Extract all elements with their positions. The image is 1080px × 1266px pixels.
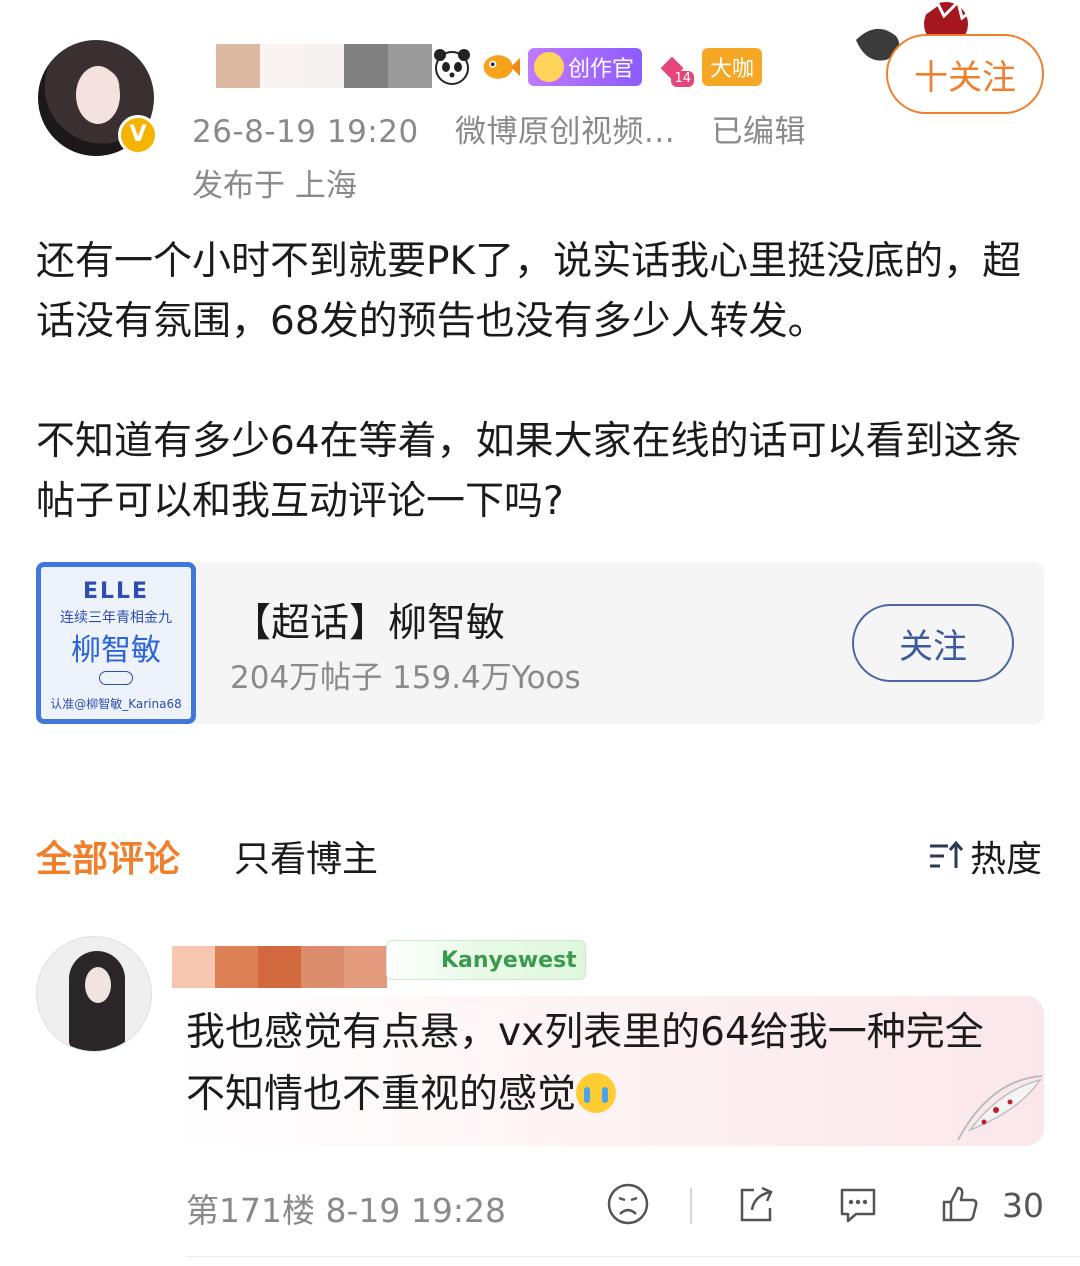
panda-icon [432,47,472,87]
edited-label[interactable]: 已编辑 [711,114,806,150]
avatar-face [85,967,111,1003]
comment-text: 我也感觉有点悬，vx列表里的64给我一种完全不知情也不重视的感觉 [186,1002,986,1126]
avatar-face [76,66,120,124]
action-divider [690,1188,692,1224]
tab-all-comments[interactable]: 全部评论 [36,830,180,882]
thumbs-up-icon [942,1186,978,1222]
thumb-subtitle: 连续三年青相金九 [60,610,172,626]
sort-label: 热度 [970,839,1043,880]
share-icon [740,1186,773,1222]
dislike-button[interactable] [604,1180,652,1228]
sort-icon [930,840,964,868]
post-timestamp: 26-8-19 19:20 [192,114,419,150]
follow-button-label: 十关注 [914,57,1016,98]
post-body: 还有一个小时不到就要PK了，说实话我心里挺没底的，超话没有氛围，68发的预告也没… [36,232,1046,532]
creator-icon [534,52,564,82]
frown-face-icon [607,1183,649,1225]
fan-tag-badge[interactable]: Kanyewest [386,940,586,980]
post-paragraph-2: 不知道有多少64在等着，如果大家在线的话可以看到这条帖子可以和我互动评论一下吗? [36,419,1022,524]
supertopic-follow-button[interactable]: 关注 [852,604,1014,682]
reply-button[interactable] [834,1180,882,1228]
comment-floor-time: 第171楼 8-19 19:28 [186,1191,506,1230]
supertopic-thumbnail: ELLE 连续三年青相金九 柳智敏 认准@柳智敏_Karina68 [36,562,196,724]
post-paragraph-1: 还有一个小时不到就要PK了，说实话我心里挺没底的，超话没有氛围，68发的预告也没… [36,239,1022,344]
commenter-avatar[interactable] [36,936,152,1052]
comment-icon [840,1188,876,1223]
dakaf-label: 大咖 [710,57,755,82]
tab-author-only[interactable]: 只看博主 [234,830,378,882]
thumb-name: 柳智敏 [71,633,161,668]
post-meta: 26-8-19 19:20 微博原创视频... 已编辑 [192,106,806,151]
like-count: 30 [1002,1186,1044,1225]
author-badges: 创作官 ◆ 14 大咖 [432,44,763,90]
supertopic-follow-label: 关注 [899,626,967,667]
verified-icon: V [118,115,158,155]
share-button[interactable] [732,1180,780,1228]
author-name-mosaic-2[interactable] [344,44,432,88]
comment-divider [186,1256,1080,1257]
post-location: 发布于 上海 [192,168,357,204]
post-header: V 创作官 ◆ 14 大咖 十关注 26-8-19 19:20 微博原创视频..… [0,0,1080,220]
supertopic-stats: 204万帖子 159.4万Yoos [230,660,581,696]
thumb-footer: 认准@柳智敏_Karina68 [50,697,182,711]
author-name-mosaic[interactable] [172,44,348,88]
level-number: 14 [671,71,695,87]
creator-badge[interactable]: 创作官 [528,48,643,86]
crying-emoji-icon [576,1073,617,1113]
supertopic-title: 【超话】柳智敏 [232,601,506,646]
like-button[interactable] [936,1180,984,1228]
thumb-brand: ELLE [82,579,150,604]
fish-icon [480,47,520,87]
follow-button[interactable]: 十关注 [886,34,1044,114]
post-source[interactable]: 微博原创视频... [455,114,675,150]
level-diamond-icon[interactable]: ◆ 14 [650,47,695,87]
creator-badge-label: 创作官 [568,57,635,82]
supertopic-card[interactable]: ELLE 连续三年青相金九 柳智敏 认准@柳智敏_Karina68 【超话】柳智… [36,562,1044,724]
umbrella-decoration-icon [957,1075,1043,1141]
thumb-support-pill [99,671,133,685]
dakaf-badge[interactable]: 大咖 [702,48,763,86]
commenter-name-mosaic[interactable] [172,946,387,988]
sort-by-heat-button[interactable]: 热度 [928,830,1042,882]
fan-tag-label: Kanyewest [441,947,577,973]
